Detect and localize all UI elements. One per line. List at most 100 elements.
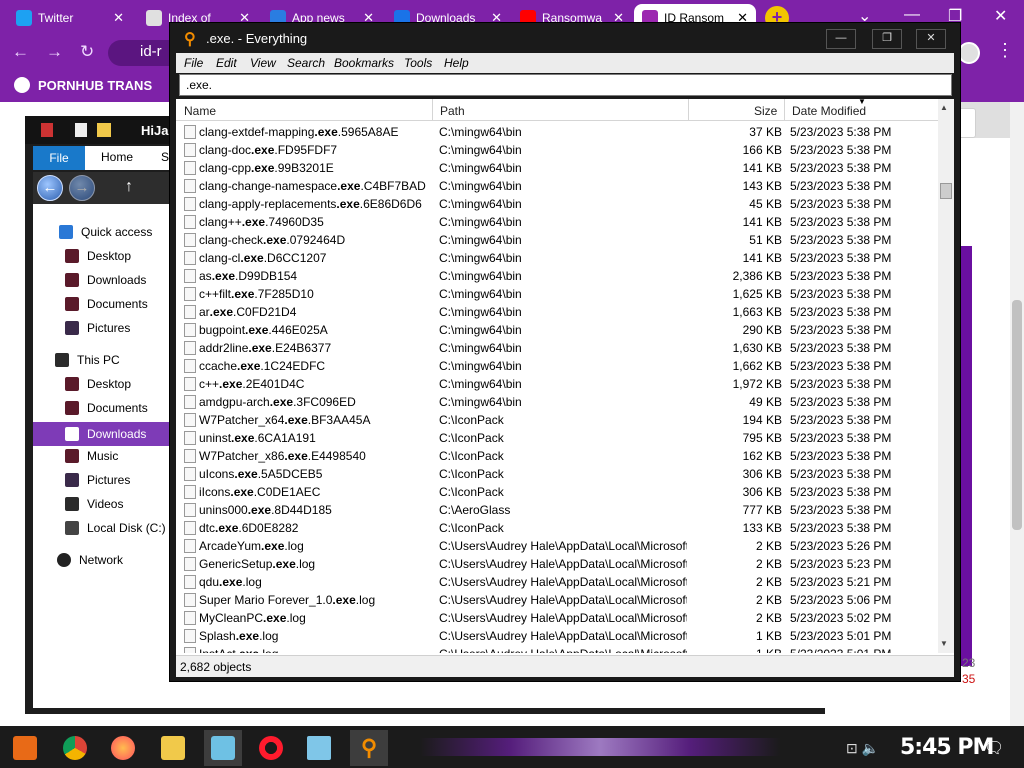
minimize-icon[interactable]: —	[826, 29, 856, 49]
table-row[interactable]: clang-extdef-mapping.exe.5965A8AE C:\ming…	[176, 123, 938, 141]
nav-pc-documents[interactable]: Documents	[33, 396, 171, 420]
close-tab-icon[interactable]: ✕	[113, 10, 124, 26]
nav-pc-pictures[interactable]: Pictures	[33, 468, 171, 492]
nav-quick-access[interactable]: Quick access	[33, 220, 171, 244]
menu-edit[interactable]: Edit	[216, 56, 237, 70]
twitter-icon	[16, 10, 32, 26]
table-row[interactable]: W7Patcher_x64.exe.BF3AA45A C:\IconPack 194…	[176, 411, 938, 429]
table-row[interactable]: uninst.exe.6CA1A191 C:\IconPack 795 KB 5/23…	[176, 429, 938, 447]
scrollbar-thumb[interactable]	[940, 183, 952, 199]
table-row[interactable]: clang-cpp.exe.99B3201E C:\mingw64\bin 141 …	[176, 159, 938, 177]
table-row[interactable]: c++filt.exe.7F285D10 C:\mingw64\bin 1,625 …	[176, 285, 938, 303]
table-row[interactable]: InstAct.exe.log C:\Users\Audrey Hale\AppD…	[176, 645, 938, 653]
nav-qa-documents[interactable]: Documents	[33, 292, 171, 316]
column-divider[interactable]	[784, 99, 785, 121]
column-size[interactable]: Size	[754, 104, 777, 118]
menu-search[interactable]: Search	[287, 56, 325, 70]
table-row[interactable]: dtc.exe.6D0E8282 C:\IconPack 133 KB 5/23/20…	[176, 519, 938, 537]
nav-pc-desktop[interactable]: Desktop	[33, 372, 171, 396]
ribbon-tab-file[interactable]: File	[33, 146, 85, 170]
nav-pc-local-disk[interactable]: Local Disk (C:)	[33, 516, 171, 540]
column-path[interactable]: Path	[440, 104, 465, 118]
menu-tools[interactable]: Tools	[404, 56, 432, 70]
menu-kebab-icon[interactable]: ⋮	[996, 40, 1014, 61]
column-divider[interactable]	[688, 99, 689, 121]
notification-icon[interactable]: 🗨	[984, 738, 1004, 758]
forward-icon[interactable]: →	[46, 42, 63, 62]
table-row[interactable]: clang-cl.exe.D6CC1207 C:\mingw64\bin 141 K…	[176, 249, 938, 267]
menu-bookmarks[interactable]: Bookmarks	[334, 56, 394, 70]
folder-icon[interactable]	[97, 123, 111, 137]
table-row[interactable]: uIcons.exe.5A5DCEB5 C:\IconPack 306 KB 5/23…	[176, 465, 938, 483]
table-row[interactable]: clang-apply-replacements.exe.6E86D6D6 C:\…	[176, 195, 938, 213]
search-input[interactable]: .exe.	[179, 74, 952, 96]
row-date: 5/23/2023 5:23 PM	[790, 557, 892, 571]
menu-file[interactable]: File	[184, 56, 203, 70]
table-row[interactable]: ar.exe.C0FD21D4 C:\mingw64\bin 1,663 KB 5/2…	[176, 303, 938, 321]
column-name[interactable]: Name	[184, 104, 216, 118]
table-row[interactable]: as.exe.D99DB154 C:\mingw64\bin 2,386 KB 5/2…	[176, 267, 938, 285]
reload-icon[interactable]: ↻	[80, 42, 94, 62]
table-row[interactable]: ccache.exe.1C24EDFC C:\mingw64\bin 1,662 K…	[176, 357, 938, 375]
table-row[interactable]: iIcons.exe.C0DE1AEC C:\IconPack 306 KB 5/23…	[176, 483, 938, 501]
bookmark-item[interactable]: PORNHUB TRANS	[38, 78, 152, 93]
column-divider[interactable]	[432, 99, 433, 121]
table-row[interactable]: GenericSetup.exe.log C:\Users\Audrey Hale…	[176, 555, 938, 573]
ribbon-tab-share[interactable]: S	[161, 150, 169, 164]
nav-qa-downloads[interactable]: Downloads	[33, 268, 171, 292]
table-row[interactable]: clang++.exe.74960D35 C:\mingw64\bin 141 KB…	[176, 213, 938, 231]
properties-icon[interactable]	[75, 123, 87, 137]
row-date: 5/23/2023 5:01 PM	[790, 629, 892, 643]
nav-pc-videos[interactable]: Videos	[33, 492, 171, 516]
menu-view[interactable]: View	[250, 56, 276, 70]
scroll-up-icon[interactable]: ▲	[940, 103, 948, 112]
system-tray[interactable]: ⊡ 🔈	[846, 740, 879, 757]
table-row[interactable]: clang-change-namespace.exe.C4BF7BAD C:\mi…	[176, 177, 938, 195]
page-scrollbar-thumb[interactable]	[1012, 300, 1022, 530]
taskbar-notepad[interactable]	[300, 730, 338, 766]
table-row[interactable]: Splash.exe.log C:\Users\Audrey Hale\AppDa…	[176, 627, 938, 645]
table-row[interactable]: W7Patcher_x86.exe.E4498540 C:\IconPack 162…	[176, 447, 938, 465]
menu-help[interactable]: Help	[444, 56, 469, 70]
taskbar-firefox[interactable]	[104, 730, 142, 766]
table-row[interactable]: bugpoint.exe.446E025A C:\mingw64\bin 290 K…	[176, 321, 938, 339]
table-row[interactable]: addr2line.exe.E24B6377 C:\mingw64\bin 1,63…	[176, 339, 938, 357]
start-button[interactable]	[6, 730, 44, 766]
maximize-icon[interactable]: ❐	[872, 29, 902, 49]
taskbar-app[interactable]	[204, 730, 242, 766]
table-row[interactable]: clang-doc.exe.FD95FDF7 C:\mingw64\bin 166 …	[176, 141, 938, 159]
everything-titlebar[interactable]: ⚲ .exe. - Everything — ❐ ✕	[170, 23, 960, 53]
nav-pc-downloads[interactable]: Downloads	[33, 422, 171, 446]
table-row[interactable]: qdu.exe.log C:\Users\Audrey Hale\AppData\…	[176, 573, 938, 591]
tab-twitter[interactable]: Twitter ✕	[8, 4, 132, 32]
name-part: .C0DE1AEC	[253, 485, 321, 499]
table-row[interactable]: c++.exe.2E401D4C C:\mingw64\bin 1,972 KB 5/…	[176, 375, 938, 393]
taskbar-everything[interactable]: ⚲	[350, 730, 388, 766]
taskbar-explorer[interactable]	[154, 730, 192, 766]
back-arrow-icon[interactable]: ←	[37, 175, 63, 201]
nav-pc-music[interactable]: Music	[33, 444, 171, 468]
table-row[interactable]: Super Mario Forever_1.0.exe.log C:\Users\…	[176, 591, 938, 609]
scroll-down-icon[interactable]: ▼	[940, 639, 948, 648]
nav-this-pc[interactable]: This PC	[33, 348, 171, 372]
taskbar-opera[interactable]	[252, 730, 290, 766]
close-icon[interactable]: ✕	[994, 6, 1007, 26]
close-icon[interactable]: ✕	[916, 29, 946, 49]
row-date: 5/23/2023 5:01 PM	[790, 647, 891, 653]
table-row[interactable]: clang-check.exe.0792464D C:\mingw64\bin 51…	[176, 231, 938, 249]
profile-avatar[interactable]	[958, 42, 980, 64]
nav-network[interactable]: Network	[33, 548, 171, 572]
back-icon[interactable]: ←	[12, 42, 29, 62]
table-row[interactable]: amdgpu-arch.exe.3FC096ED C:\mingw64\bin 49…	[176, 393, 938, 411]
taskbar-chrome[interactable]	[56, 730, 94, 766]
up-arrow-icon[interactable]: ↑	[125, 178, 133, 196]
forward-arrow-icon[interactable]: →	[69, 175, 95, 201]
column-date-modified[interactable]: Date Modified	[792, 104, 866, 118]
table-row[interactable]: unins000.exe.8D44D185 C:\AeroGlass 777 KB 5…	[176, 501, 938, 519]
nav-qa-pictures[interactable]: Pictures	[33, 316, 171, 340]
table-row[interactable]: ArcadeYum.exe.log C:\Users\Audrey Hale\Ap…	[176, 537, 938, 555]
table-row[interactable]: MyCleanPC.exe.log C:\Users\Audrey Hale\Ap…	[176, 609, 938, 627]
nav-qa-desktop[interactable]: Desktop	[33, 244, 171, 268]
clock[interactable]: 5:45 PM	[900, 735, 994, 760]
ribbon-tab-home[interactable]: Home	[101, 150, 133, 164]
